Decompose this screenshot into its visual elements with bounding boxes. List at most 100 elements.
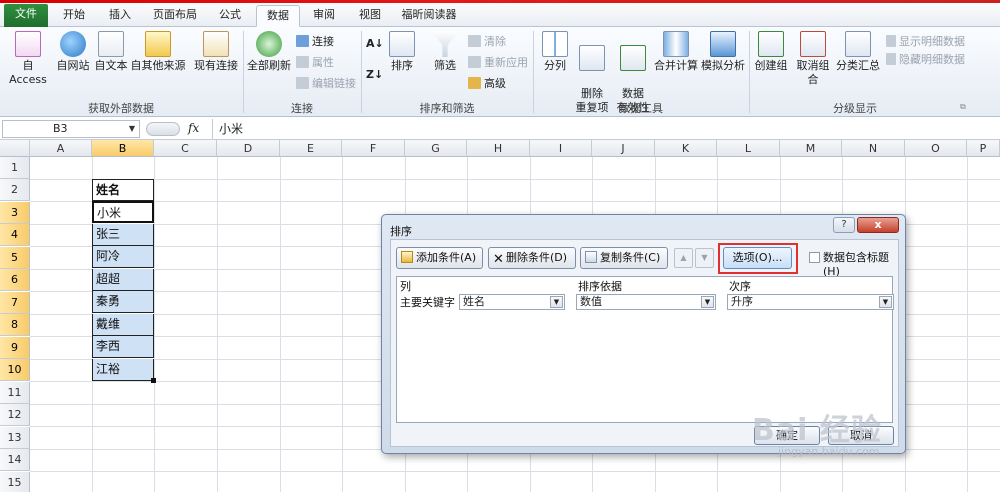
delete-condition-label: 删除条件(D) bbox=[506, 251, 568, 264]
row-header-11[interactable]: 11 bbox=[0, 382, 30, 404]
has-header-checkbox[interactable] bbox=[809, 252, 820, 263]
col-header-n[interactable]: N bbox=[842, 140, 905, 157]
show-detail-button[interactable]: 显示明细数据 bbox=[886, 34, 965, 49]
tab-home[interactable]: 开始 bbox=[52, 5, 96, 27]
tab-page-layout[interactable]: 页面布局 bbox=[144, 5, 206, 27]
cell-b4[interactable]: 张三 bbox=[92, 224, 154, 246]
move-down-button[interactable]: ▼ bbox=[695, 248, 714, 268]
tab-file[interactable]: 文件 bbox=[4, 4, 48, 27]
col-header-o[interactable]: O bbox=[905, 140, 967, 157]
cell-b6[interactable]: 超超 bbox=[92, 269, 154, 291]
from-text-button[interactable]: 自文本 bbox=[92, 31, 130, 73]
row-header-9[interactable]: 9 bbox=[0, 337, 30, 359]
grid-line bbox=[30, 471, 1000, 472]
refresh-all-button[interactable]: 全部刷新 bbox=[246, 31, 292, 73]
row-header-8[interactable]: 8 bbox=[0, 314, 30, 336]
from-web-button[interactable]: 自网站 bbox=[54, 31, 92, 73]
col-header-l[interactable]: L bbox=[717, 140, 780, 157]
row-header-15[interactable]: 15 bbox=[0, 472, 30, 492]
cell-b7[interactable]: 秦勇 bbox=[92, 291, 154, 313]
col-header-p[interactable]: P bbox=[967, 140, 1000, 157]
col-header-k[interactable]: K bbox=[655, 140, 717, 157]
properties-button[interactable]: 属性 bbox=[296, 55, 334, 70]
cell-b9[interactable]: 李西 bbox=[92, 336, 154, 358]
row-header-5[interactable]: 5 bbox=[0, 247, 30, 269]
dialog-launcher-icon[interactable]: ⧉ bbox=[960, 102, 966, 112]
chevron-down-icon[interactable]: ▼ bbox=[701, 296, 714, 308]
col-header-a[interactable]: A bbox=[30, 140, 92, 157]
col-header-g[interactable]: G bbox=[405, 140, 467, 157]
tab-insert[interactable]: 插入 bbox=[98, 5, 142, 27]
chevron-down-icon[interactable]: ▼ bbox=[129, 121, 135, 137]
row-header-1[interactable]: 1 bbox=[0, 157, 30, 179]
clear-button[interactable]: 清除 bbox=[468, 34, 506, 49]
filter-button[interactable]: 筛选 bbox=[428, 31, 462, 73]
help-button[interactable]: ? bbox=[833, 217, 855, 233]
col-header-j[interactable]: J bbox=[592, 140, 655, 157]
sort-ascending-button[interactable]: A↓ bbox=[366, 36, 384, 51]
advanced-button[interactable]: 高级 bbox=[468, 76, 506, 91]
cell-b10[interactable]: 江裕 bbox=[92, 359, 154, 381]
ungroup-button[interactable]: 取消组合 bbox=[792, 31, 834, 87]
col-header-f[interactable]: F bbox=[342, 140, 405, 157]
col-header-b[interactable]: B bbox=[92, 140, 154, 157]
text-to-columns-button[interactable]: 分列 bbox=[538, 31, 572, 73]
existing-connections-button[interactable]: 现有连接 bbox=[192, 31, 240, 73]
tab-data[interactable]: 数据 bbox=[256, 5, 300, 27]
row-header-6[interactable]: 6 bbox=[0, 269, 30, 291]
insert-function-icon[interactable]: fx bbox=[188, 121, 199, 135]
cell-b3-active[interactable]: 小米 bbox=[92, 201, 154, 223]
chevron-down-icon[interactable]: ▼ bbox=[550, 296, 563, 308]
connections-button[interactable]: 连接 bbox=[296, 34, 334, 49]
col-header-m[interactable]: M bbox=[780, 140, 842, 157]
row-header-7[interactable]: 7 bbox=[0, 292, 30, 314]
add-condition-label: 添加条件(A) bbox=[416, 251, 477, 264]
tab-foxit-reader[interactable]: 福昕阅读器 bbox=[394, 5, 464, 27]
add-condition-button[interactable]: 添加条件(A) bbox=[396, 247, 483, 269]
tab-review[interactable]: 审阅 bbox=[302, 5, 346, 27]
edit-links-button[interactable]: 编辑链接 bbox=[296, 76, 356, 91]
row-header-2[interactable]: 2 bbox=[0, 179, 30, 201]
fill-handle[interactable] bbox=[151, 378, 156, 383]
formula-input[interactable]: 小米 bbox=[212, 119, 998, 139]
col-header-i[interactable]: I bbox=[530, 140, 592, 157]
sort-on-header-label: 排序依据 bbox=[578, 280, 622, 293]
row-header-10[interactable]: 10 bbox=[0, 359, 30, 381]
row-header-14[interactable]: 14 bbox=[0, 449, 30, 471]
consolidate-button[interactable]: 合并计算 bbox=[654, 31, 698, 73]
row-header-12[interactable]: 12 bbox=[0, 404, 30, 426]
sort-on-select[interactable]: 数值 ▼ bbox=[576, 294, 716, 310]
col-header-h[interactable]: H bbox=[467, 140, 530, 157]
from-access-button[interactable]: 自 Access bbox=[4, 31, 52, 87]
move-up-button[interactable]: ▲ bbox=[674, 248, 693, 268]
options-button[interactable]: 选项(O)... bbox=[723, 247, 792, 269]
copy-condition-button[interactable]: 复制条件(C) bbox=[580, 247, 668, 269]
cell-b8[interactable]: 戴维 bbox=[92, 314, 154, 336]
close-button[interactable]: x bbox=[857, 217, 899, 233]
cell-b5[interactable]: 阿冷 bbox=[92, 246, 154, 268]
order-select[interactable]: 升序 ▼ bbox=[727, 294, 894, 310]
col-header-e[interactable]: E bbox=[280, 140, 342, 157]
reapply-button[interactable]: 重新应用 bbox=[468, 55, 528, 70]
col-header-d[interactable]: D bbox=[217, 140, 280, 157]
subtotal-button[interactable]: 分类汇总 bbox=[836, 31, 880, 73]
sort-column-select[interactable]: 姓名 ▼ bbox=[459, 294, 565, 310]
cell-b2-header[interactable]: 姓名 bbox=[92, 179, 154, 201]
chevron-down-icon[interactable]: ▼ bbox=[879, 296, 892, 308]
group-button[interactable]: 创建组 bbox=[752, 31, 790, 73]
hide-detail-button[interactable]: 隐藏明细数据 bbox=[886, 52, 965, 67]
sort-button[interactable]: 排序 bbox=[388, 31, 416, 73]
tab-formulas[interactable]: 公式 bbox=[208, 5, 252, 27]
from-other-sources-button[interactable]: 自其他来源 bbox=[130, 31, 186, 73]
what-if-analysis-button[interactable]: 模拟分析 bbox=[700, 31, 746, 73]
row-header-4[interactable]: 4 bbox=[0, 224, 30, 246]
row-header-3[interactable]: 3 bbox=[0, 202, 30, 224]
formula-bar-expand-handle[interactable] bbox=[146, 122, 180, 136]
select-all-corner[interactable] bbox=[0, 140, 30, 157]
delete-condition-button[interactable]: ✕ 删除条件(D) bbox=[488, 247, 576, 269]
tab-view[interactable]: 视图 bbox=[348, 5, 392, 27]
sort-descending-button[interactable]: Z↓ bbox=[366, 67, 383, 82]
name-box[interactable]: B3 ▼ bbox=[2, 120, 140, 138]
row-header-13[interactable]: 13 bbox=[0, 427, 30, 449]
col-header-c[interactable]: C bbox=[154, 140, 217, 157]
